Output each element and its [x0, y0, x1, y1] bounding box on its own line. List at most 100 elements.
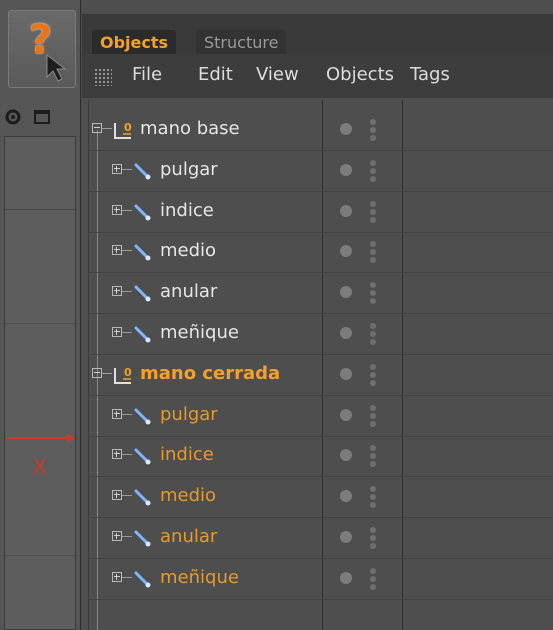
render-visibility-icon[interactable] — [370, 282, 376, 305]
object-row[interactable]: medio — [88, 232, 553, 274]
help-button[interactable]: ? — [8, 10, 76, 88]
object-row[interactable]: meñique — [88, 559, 553, 600]
tree-line — [102, 128, 112, 129]
object-name[interactable]: pulgar — [160, 404, 218, 425]
object-name[interactable]: pulgar — [160, 159, 218, 180]
render-visibility-icon[interactable] — [370, 241, 376, 264]
menu-objects[interactable]: Objects — [326, 64, 394, 85]
object-name[interactable]: anular — [160, 526, 217, 547]
render-visibility-icon[interactable] — [370, 445, 376, 468]
visibility-dot — [370, 575, 376, 582]
visibility-dot — [370, 216, 376, 223]
menu-tags[interactable]: Tags — [410, 64, 450, 85]
expand-icon[interactable] — [112, 204, 122, 215]
render-visibility-icon[interactable] — [370, 527, 376, 549]
tab-objects[interactable]: Objects — [92, 30, 177, 56]
expand-icon[interactable] — [112, 449, 122, 460]
tree-line — [122, 413, 132, 415]
render-visibility-icon[interactable] — [370, 159, 376, 182]
bone-icon — [134, 530, 151, 547]
visibility-dot-icon[interactable] — [340, 408, 352, 421]
object-row[interactable]: anular — [88, 273, 553, 315]
menu-view[interactable]: View — [256, 64, 299, 85]
expand-icon[interactable] — [112, 163, 122, 174]
expand-icon[interactable] — [112, 286, 122, 297]
object-name[interactable]: meñique — [160, 567, 239, 588]
render-visibility-icon[interactable] — [370, 323, 376, 345]
object-row[interactable]: meñique — [88, 314, 553, 355]
visibility-dot-icon[interactable] — [340, 490, 352, 503]
visibility-dot — [370, 543, 376, 549]
tree-line — [122, 576, 132, 578]
render-visibility-icon[interactable] — [370, 119, 376, 141]
visibility-dot-icon[interactable] — [340, 123, 352, 135]
expand-icon[interactable] — [112, 571, 122, 582]
object-row[interactable]: 0 mano cerrada — [88, 355, 553, 396]
object-name[interactable]: anular — [160, 281, 217, 302]
object-row[interactable]: indice — [88, 436, 553, 478]
visibility-dot-icon[interactable] — [340, 286, 352, 299]
menu-edit[interactable]: Edit — [198, 64, 233, 85]
object-name[interactable]: indice — [160, 200, 214, 221]
collapse-icon[interactable] — [92, 123, 102, 133]
visibility-dot — [370, 298, 376, 305]
expand-icon[interactable] — [112, 245, 122, 256]
viewport-panel[interactable]: X — [4, 136, 76, 630]
object-name[interactable]: indice — [160, 444, 214, 465]
visibility-dot — [370, 494, 376, 501]
tree-line — [122, 332, 132, 333]
visibility-dot-icon[interactable] — [340, 571, 352, 584]
visibility-dot — [370, 339, 376, 345]
collapse-icon[interactable] — [92, 367, 102, 378]
object-name[interactable]: medio — [160, 240, 216, 261]
grid-line — [5, 323, 75, 324]
tab-structure[interactable]: Structure — [196, 30, 287, 56]
bone-icon — [134, 489, 151, 506]
render-visibility-icon[interactable] — [370, 363, 376, 386]
visibility-dot — [370, 379, 376, 386]
tree-line — [122, 250, 132, 252]
object-row[interactable]: 0 mano base — [88, 110, 553, 151]
object-list: 0 mano base pulgar indice medio anular meñique… — [82, 100, 553, 630]
x-axis-line — [5, 437, 71, 439]
expand-icon[interactable] — [112, 490, 122, 501]
visibility-dot-icon[interactable] — [340, 449, 352, 462]
object-name[interactable]: meñique — [160, 322, 239, 343]
visibility-dot-icon[interactable] — [340, 245, 352, 258]
visibility-dot-icon[interactable] — [340, 163, 352, 176]
object-name[interactable]: mano base — [140, 118, 240, 139]
expand-icon[interactable] — [112, 408, 122, 419]
null-object-icon: 0 — [114, 121, 132, 139]
expand-icon[interactable] — [112, 327, 122, 337]
grip-handle-icon[interactable] — [94, 68, 112, 86]
render-visibility-icon[interactable] — [370, 404, 376, 427]
menu-file[interactable]: File — [132, 64, 162, 85]
visibility-dot — [370, 249, 376, 256]
visibility-dot — [370, 159, 376, 166]
object-row[interactable]: indice — [88, 192, 553, 233]
visibility-dot-icon[interactable] — [340, 327, 352, 339]
object-row[interactable]: anular — [88, 518, 553, 559]
render-visibility-icon[interactable] — [370, 200, 376, 223]
rotate-icon[interactable] — [4, 108, 22, 130]
tree-line — [122, 168, 132, 170]
render-visibility-icon[interactable] — [370, 486, 376, 509]
tree-line — [122, 495, 132, 497]
object-name[interactable]: medio — [160, 485, 216, 506]
grid-line — [5, 555, 75, 556]
render-visibility-icon[interactable] — [370, 567, 376, 590]
visibility-dot-icon[interactable] — [340, 204, 352, 217]
object-name[interactable]: mano cerrada — [140, 363, 280, 384]
expand-icon[interactable] — [112, 531, 122, 541]
visibility-dot — [370, 420, 376, 427]
visibility-dot — [370, 412, 376, 419]
object-row[interactable]: pulgar — [88, 151, 553, 192]
grid-line — [5, 209, 75, 210]
object-row[interactable]: medio — [88, 477, 553, 519]
visibility-dot-icon[interactable] — [340, 531, 352, 543]
bone-icon — [134, 448, 151, 465]
object-row[interactable]: pulgar — [88, 396, 553, 437]
visibility-dot-icon[interactable] — [340, 367, 352, 380]
maximize-icon[interactable] — [33, 108, 51, 130]
visibility-dot — [370, 567, 376, 574]
